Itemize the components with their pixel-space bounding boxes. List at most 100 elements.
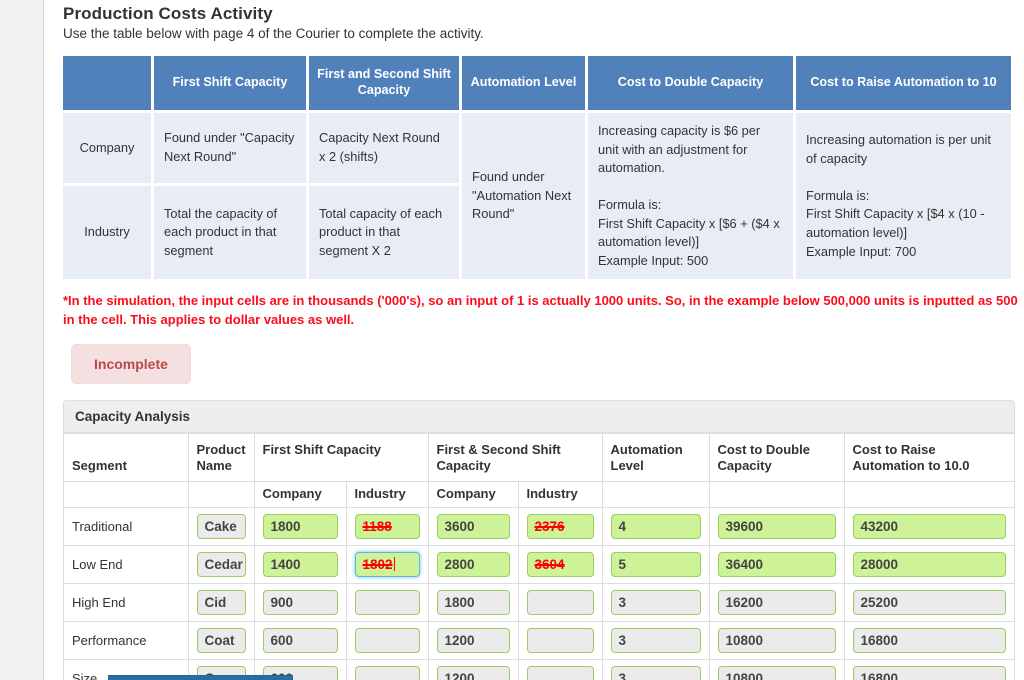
first-shift-company-input[interactable]: 600 [262, 627, 338, 653]
first-second-shift-industry-input[interactable] [526, 589, 594, 615]
ref-header-automation-level: Automation Level [462, 56, 585, 110]
cell-fss-company: 1200 [428, 658, 519, 680]
cost-to-raise-input[interactable]: 25200 [852, 589, 1006, 615]
text-caret [393, 556, 395, 571]
first-shift-industry-input[interactable]: 1188 [354, 513, 420, 539]
cell-fs-industry: 1802 [346, 544, 429, 584]
first-shift-industry-input[interactable] [354, 627, 420, 653]
content-area: Production Costs Activity Use the table … [45, 0, 1024, 680]
col-header-cost-to-double: Cost to Double Capacity [709, 433, 845, 482]
cell-automation: 3 [602, 582, 710, 622]
first-second-shift-industry-input[interactable]: 2376 [526, 513, 594, 539]
table-row: Low End Cedar 1400 1802 2800 3604 5 3640… [64, 544, 1014, 584]
col-header-first-shift-capacity: First Shift Capacity [254, 433, 429, 482]
cell-product-name: Cid [188, 582, 255, 622]
cell-fs-company: 1400 [254, 544, 347, 584]
thousands-note: *In the simulation, the input cells are … [63, 293, 1018, 328]
row-segment-label: Performance [64, 620, 189, 660]
cell-fss-industry [518, 582, 603, 622]
automation-level-input[interactable]: 5 [610, 551, 701, 577]
first-second-shift-company-input[interactable]: 3600 [436, 513, 510, 539]
ref-cell-industry-first-second-shift: Total capacity of each product in that s… [309, 185, 459, 280]
first-second-shift-industry-input[interactable] [526, 665, 594, 680]
first-second-shift-industry-input[interactable]: 3604 [526, 551, 594, 577]
cell-fss-company: 1800 [428, 582, 519, 622]
subheader-blank-product [188, 480, 255, 508]
row-segment-label: Low End [64, 544, 189, 584]
cell-fs-industry [346, 620, 429, 660]
first-shift-industry-input[interactable]: 1802 [354, 551, 420, 577]
left-gutter [0, 0, 44, 680]
first-shift-company-input[interactable]: 900 [262, 589, 338, 615]
col-header-cost-to-raise: Cost to Raise Automation to 10.0 [844, 433, 1014, 482]
row-segment-label: High End [64, 582, 189, 622]
table-row: Traditional Cake 1800 1188 3600 2376 4 3… [64, 506, 1014, 546]
cost-to-double-input[interactable]: 39600 [717, 513, 836, 539]
cost-to-raise-input[interactable]: 28000 [852, 551, 1006, 577]
first-shift-company-input[interactable]: 1400 [262, 551, 338, 577]
subheader-blank-cost-double [709, 480, 845, 508]
cell-cost-raise: 16800 [844, 658, 1014, 680]
capacity-header-row-primary: Segment Product Name First Shift Capacit… [64, 433, 1014, 482]
cell-fs-industry [346, 582, 429, 622]
first-second-shift-company-input[interactable]: 1800 [436, 589, 510, 615]
cost-to-double-input[interactable]: 36400 [717, 551, 836, 577]
cell-fss-industry [518, 658, 603, 680]
ref-header-blank [63, 56, 151, 110]
ref-cell-industry-first-shift: Total the capacity of each product in th… [154, 185, 306, 280]
cell-automation: 3 [602, 658, 710, 680]
capacity-header-row-secondary: Company Industry Company Industry [64, 480, 1014, 508]
automation-level-input[interactable]: 3 [610, 589, 701, 615]
first-second-shift-company-input[interactable]: 1200 [436, 627, 510, 653]
cost-to-double-input[interactable]: 10800 [717, 627, 836, 653]
subheader-fs-company: Company [254, 480, 347, 508]
ref-cell-automation-level: Found under "Automation Next Round" [462, 113, 585, 280]
cell-fss-company: 2800 [428, 544, 519, 584]
ref-header-cost-raise: Cost to Raise Automation to 10 [796, 56, 1011, 110]
col-header-product-name: Product Name [188, 433, 255, 482]
ref-row-label-industry: Industry [63, 185, 151, 280]
cell-fss-company: 3600 [428, 506, 519, 546]
first-shift-company-input[interactable]: 1800 [262, 513, 338, 539]
cell-cost-raise: 28000 [844, 544, 1014, 584]
product-name-input[interactable]: Cedar [196, 551, 246, 577]
row-segment-label: Traditional [64, 506, 189, 546]
page-root: Production Costs Activity Use the table … [0, 0, 1024, 680]
subheader-blank-segment [64, 480, 189, 508]
cell-automation: 5 [602, 544, 710, 584]
product-name-input[interactable]: Cid [196, 589, 246, 615]
ref-header-cost-double: Cost to Double Capacity [588, 56, 793, 110]
cell-fss-industry [518, 620, 603, 660]
automation-level-input[interactable]: 4 [610, 513, 701, 539]
automation-level-input[interactable]: 3 [610, 627, 701, 653]
first-shift-industry-input[interactable] [354, 665, 420, 680]
reference-table: First Shift Capacity First and Second Sh… [60, 53, 1014, 282]
cost-to-raise-input[interactable]: 16800 [852, 665, 1006, 680]
first-second-shift-company-input[interactable]: 1200 [436, 665, 510, 680]
first-shift-industry-input[interactable] [354, 589, 420, 615]
cell-cost-raise: 16800 [844, 620, 1014, 660]
page-subtitle: Use the table below with page 4 of the C… [63, 26, 484, 41]
cell-fss-industry: 3604 [518, 544, 603, 584]
cell-fss-industry: 2376 [518, 506, 603, 546]
submit-button-partial[interactable] [108, 675, 293, 680]
cost-to-raise-input[interactable]: 16800 [852, 627, 1006, 653]
product-name-input[interactable]: Coat [196, 627, 246, 653]
ref-cell-cost-raise: Increasing automation is per unit of cap… [796, 113, 1011, 280]
first-second-shift-industry-input[interactable] [526, 627, 594, 653]
capacity-analysis-body: Traditional Cake 1800 1188 3600 2376 4 3… [64, 506, 1014, 680]
cost-to-double-input[interactable]: 10800 [717, 665, 836, 680]
ref-header-first-shift: First Shift Capacity [154, 56, 306, 110]
page-title: Production Costs Activity [63, 4, 273, 23]
automation-level-input[interactable]: 3 [610, 665, 701, 680]
capacity-analysis-title: Capacity Analysis [64, 401, 1014, 434]
cell-fs-industry [346, 658, 429, 680]
cost-to-raise-input[interactable]: 43200 [852, 513, 1006, 539]
first-second-shift-company-input[interactable]: 2800 [436, 551, 510, 577]
cell-cost-raise: 25200 [844, 582, 1014, 622]
col-header-first-second-shift-capacity: First & Second Shift Capacity [428, 433, 603, 482]
reference-table-header-row: First Shift Capacity First and Second Sh… [63, 56, 1011, 110]
cost-to-double-input[interactable]: 16200 [717, 589, 836, 615]
cell-cost-double: 10800 [709, 658, 845, 680]
product-name-input[interactable]: Cake [196, 513, 246, 539]
